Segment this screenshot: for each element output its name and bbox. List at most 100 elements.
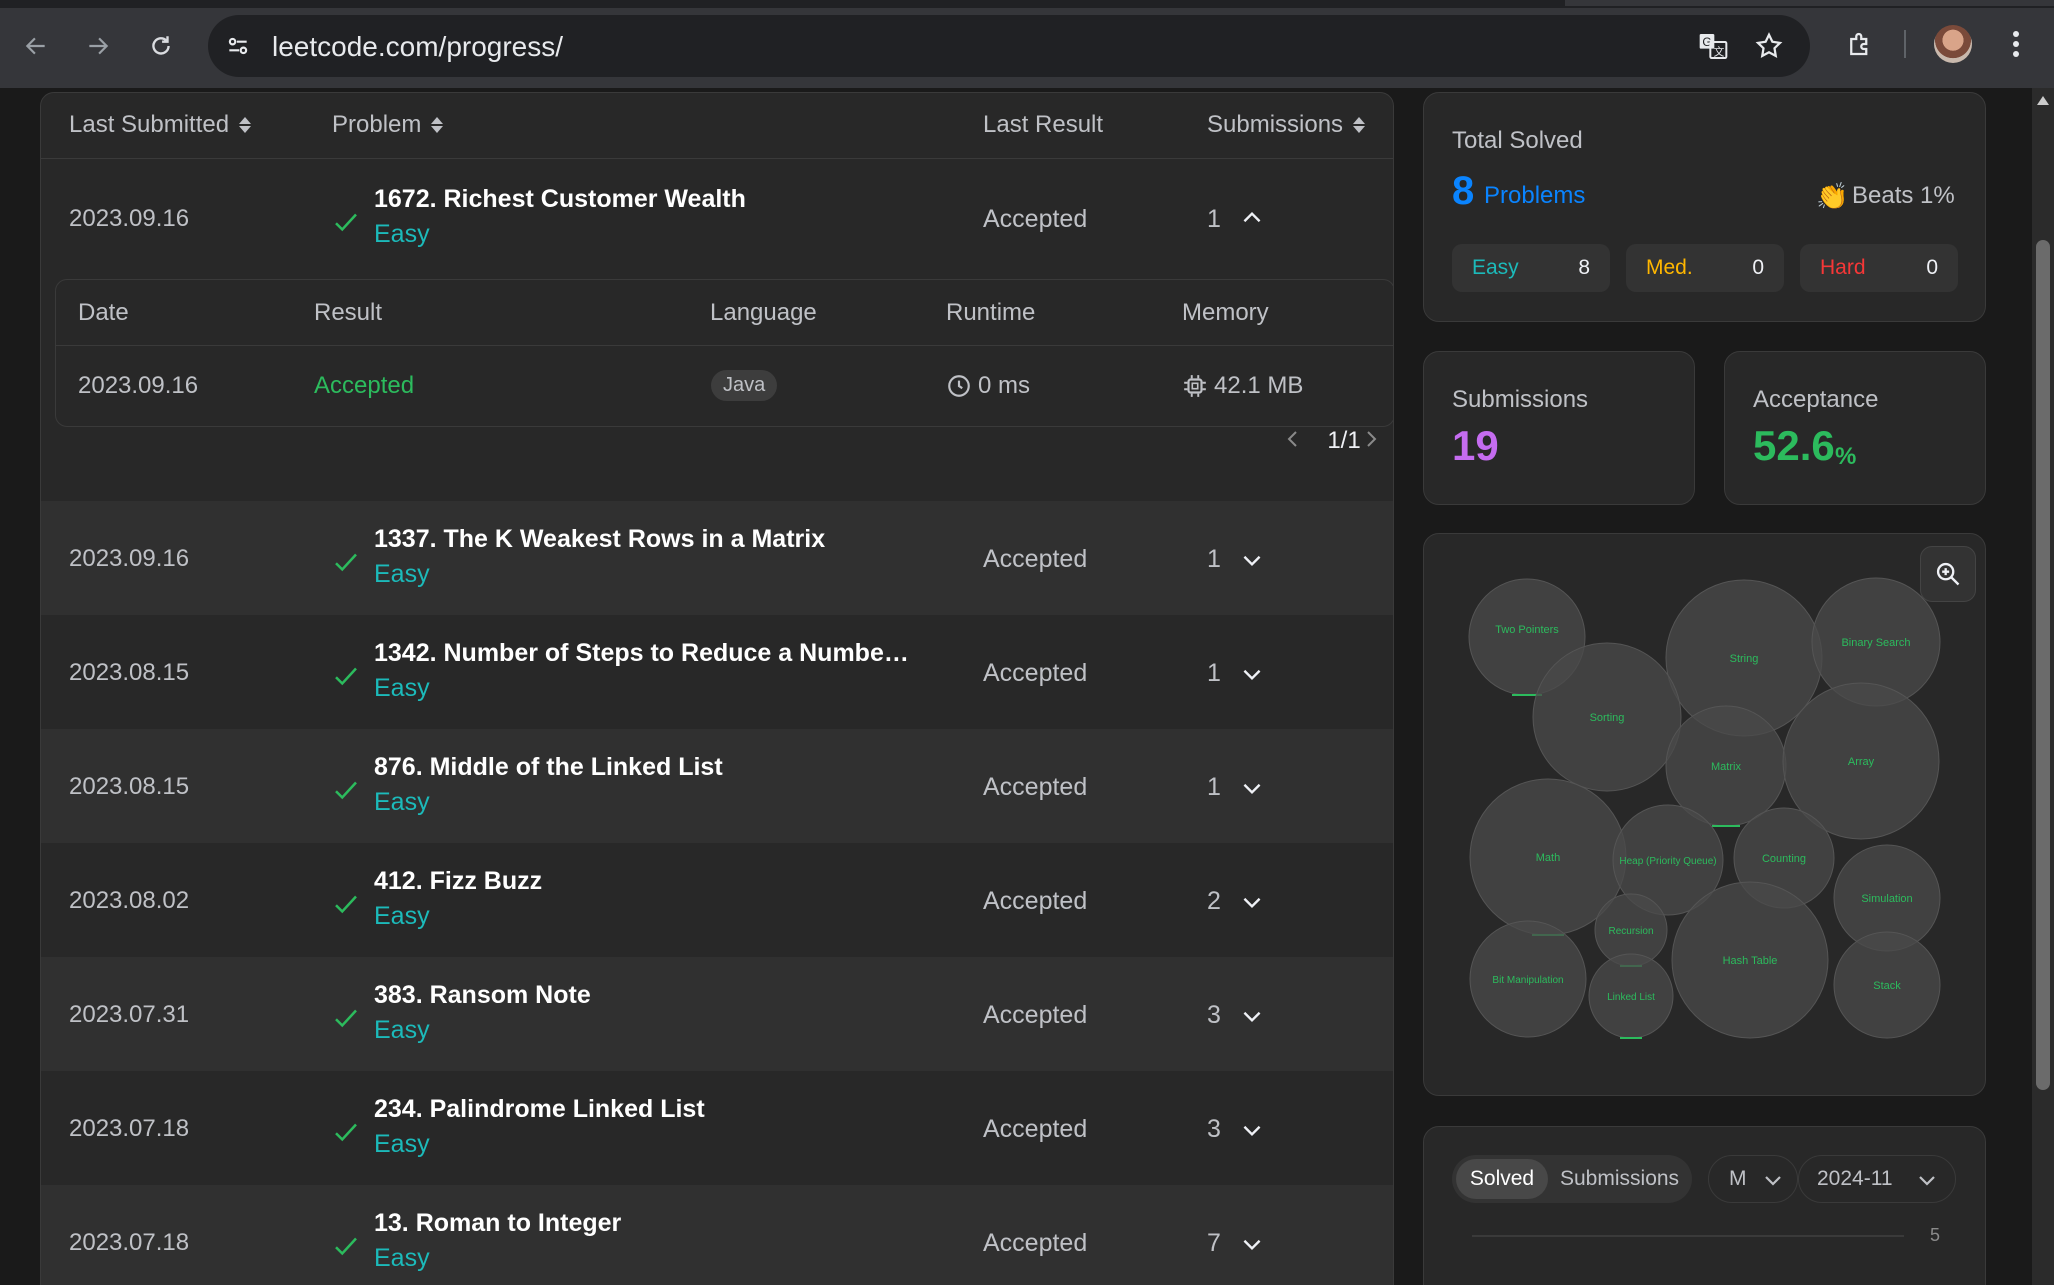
header-problem: Problem bbox=[332, 111, 422, 138]
row-date: 2023.08.15 bbox=[69, 773, 190, 800]
profile-avatar[interactable] bbox=[1934, 25, 1972, 63]
chevron-up-icon[interactable] bbox=[1239, 205, 1265, 231]
vertical-scrollbar[interactable] bbox=[2032, 88, 2054, 1285]
submission-count: 3 bbox=[1207, 1115, 1221, 1143]
table-row[interactable]: 2023.09.16 1337. The K Weakest Rows in a… bbox=[41, 501, 1393, 615]
detail-header-date: Date bbox=[78, 299, 129, 326]
chevron-down-icon bbox=[1765, 1176, 1781, 1186]
browser-chrome: leetcode.com/progress/ G文 bbox=[0, 0, 2054, 88]
hard-count: 0 bbox=[1926, 256, 1938, 279]
reload-icon bbox=[152, 36, 170, 55]
scroll-up-arrow[interactable] bbox=[2037, 96, 2049, 105]
topic-bubble[interactable]: Sorting bbox=[1532, 642, 1682, 792]
header-last-result: Last Result bbox=[983, 111, 1103, 139]
last-result: Accepted bbox=[983, 1229, 1088, 1257]
translate-icon[interactable]: G文 bbox=[1696, 29, 1730, 63]
table-row[interactable]: 2023.07.31 383. Ransom Note Easy Accepte… bbox=[41, 957, 1393, 1071]
submission-count: 1 bbox=[1207, 659, 1221, 687]
problem-title-link[interactable]: 1672. Richest Customer Wealth bbox=[374, 185, 746, 214]
topic-bubble[interactable]: Bit Manipulation bbox=[1469, 920, 1587, 1038]
chevron-right-icon[interactable] bbox=[1359, 427, 1383, 451]
clap-icon: 👏 bbox=[1816, 181, 1849, 211]
table-row[interactable]: 2023.08.15 1342. Number of Steps to Redu… bbox=[41, 615, 1393, 729]
topic-bubble[interactable]: Stack bbox=[1833, 931, 1941, 1039]
bookmark-star-icon[interactable] bbox=[1752, 29, 1786, 63]
problem-title-link[interactable]: 412. Fizz Buzz bbox=[374, 867, 542, 896]
tab-submissions[interactable]: Submissions bbox=[1560, 1159, 1679, 1199]
row-date: 2023.08.15 bbox=[69, 659, 190, 686]
chevron-down-icon[interactable] bbox=[1239, 889, 1265, 915]
solved-unit-link[interactable]: Problems bbox=[1484, 182, 1585, 210]
check-icon bbox=[335, 895, 357, 914]
scrollbar-thumb[interactable] bbox=[2036, 240, 2050, 1090]
acceptance-unit: % bbox=[1835, 443, 1857, 470]
table-header: Last Submitted Problem Last Result Submi… bbox=[41, 93, 1393, 159]
check-icon bbox=[335, 1237, 357, 1256]
problem-title-link[interactable]: 876. Middle of the Linked List bbox=[374, 753, 723, 782]
submission-count: 2 bbox=[1207, 887, 1221, 915]
easy-count: 8 bbox=[1578, 256, 1590, 279]
menu-kebab-icon[interactable] bbox=[1996, 24, 2036, 64]
topic-bubbles: Two Pointers String Binary Search Sortin… bbox=[1468, 577, 1941, 1039]
table-row[interactable]: 2023.08.15 876. Middle of the Linked Lis… bbox=[41, 729, 1393, 843]
active-tab[interactable] bbox=[1565, 0, 2054, 6]
chevron-down-icon[interactable] bbox=[1239, 547, 1265, 573]
acceptance-label: Acceptance bbox=[1753, 386, 1879, 413]
chevron-down-icon[interactable] bbox=[1239, 1231, 1265, 1257]
table-row[interactable]: 2023.07.18 13. Roman to Integer Easy Acc… bbox=[41, 1185, 1393, 1285]
medium-badge[interactable]: Med. 0 bbox=[1626, 244, 1784, 292]
solved-count: 8 bbox=[1452, 169, 1475, 213]
beats-percent: Beats 1% bbox=[1852, 182, 1955, 209]
problem-title-link[interactable]: 1342. Number of Steps to Reduce a Numbe… bbox=[374, 639, 909, 668]
chevron-down-icon[interactable] bbox=[1239, 775, 1265, 801]
page-content: Last Submitted Problem Last Result Submi… bbox=[0, 88, 2032, 1285]
forward-button[interactable] bbox=[78, 26, 118, 66]
language-pill: Java bbox=[711, 370, 778, 401]
chevron-down-icon[interactable] bbox=[1239, 661, 1265, 687]
sort-problem[interactable]: Problem bbox=[332, 111, 444, 139]
easy-badge[interactable]: Easy 8 bbox=[1452, 244, 1610, 292]
back-button[interactable] bbox=[16, 26, 56, 66]
last-result: Accepted bbox=[983, 1001, 1088, 1029]
table-row[interactable]: 2023.08.02 412. Fizz Buzz Easy Accepted … bbox=[41, 843, 1393, 957]
topic-label: Math bbox=[1536, 852, 1560, 864]
tab-solved[interactable]: Solved bbox=[1456, 1159, 1548, 1199]
topic-bubble[interactable]: Linked List bbox=[1588, 953, 1674, 1039]
acceptance-card: Acceptance 52.6 % bbox=[1724, 351, 1986, 505]
month-dropdown[interactable]: 2024-11 bbox=[1798, 1155, 1956, 1203]
detail-memory: 42.1 MB bbox=[1214, 372, 1304, 399]
url-text[interactable]: leetcode.com/progress/ bbox=[272, 31, 563, 63]
check-icon bbox=[335, 781, 357, 800]
topic-bubble[interactable]: Hash Table bbox=[1671, 881, 1829, 1039]
row-date: 2023.09.16 bbox=[69, 545, 190, 572]
check-icon bbox=[335, 1009, 357, 1028]
detail-header-result: Result bbox=[314, 299, 383, 326]
site-settings-icon[interactable] bbox=[222, 30, 254, 62]
table-row[interactable]: 2023.09.16 1672. Richest Customer Wealth… bbox=[41, 159, 1393, 479]
submission-count: 3 bbox=[1207, 1001, 1221, 1029]
detail-header-language: Language bbox=[710, 299, 817, 326]
easy-label: Easy bbox=[1472, 256, 1519, 279]
problem-title-link[interactable]: 383. Ransom Note bbox=[374, 981, 591, 1010]
reload-button[interactable] bbox=[141, 26, 181, 66]
address-bar[interactable]: leetcode.com/progress/ G文 bbox=[208, 15, 1810, 77]
chevron-down-icon[interactable] bbox=[1239, 1003, 1265, 1029]
topic-label: Two Pointers bbox=[1495, 624, 1559, 636]
row-date: 2023.07.18 bbox=[69, 1229, 190, 1256]
sort-submissions[interactable]: Submissions bbox=[1207, 111, 1366, 139]
period-value: M bbox=[1729, 1167, 1747, 1190]
memory-chip-icon bbox=[1184, 375, 1206, 397]
problem-title-link[interactable]: 234. Palindrome Linked List bbox=[374, 1095, 705, 1124]
sort-last-submitted[interactable]: Last Submitted bbox=[69, 111, 252, 139]
extensions-icon[interactable] bbox=[1840, 24, 1880, 64]
detail-result-link[interactable]: Accepted bbox=[314, 372, 414, 400]
total-solved-label: Total Solved bbox=[1452, 127, 1583, 154]
difficulty-label: Easy bbox=[374, 902, 430, 930]
hard-badge[interactable]: Hard 0 bbox=[1800, 244, 1958, 292]
chevron-down-icon[interactable] bbox=[1239, 1117, 1265, 1143]
period-dropdown[interactable]: M bbox=[1708, 1155, 1798, 1203]
problem-title-link[interactable]: 1337. The K Weakest Rows in a Matrix bbox=[374, 525, 825, 554]
table-row[interactable]: 2023.07.18 234. Palindrome Linked List E… bbox=[41, 1071, 1393, 1185]
acceptance-value: 52.6 bbox=[1753, 422, 1835, 469]
problem-title-link[interactable]: 13. Roman to Integer bbox=[374, 1209, 621, 1238]
